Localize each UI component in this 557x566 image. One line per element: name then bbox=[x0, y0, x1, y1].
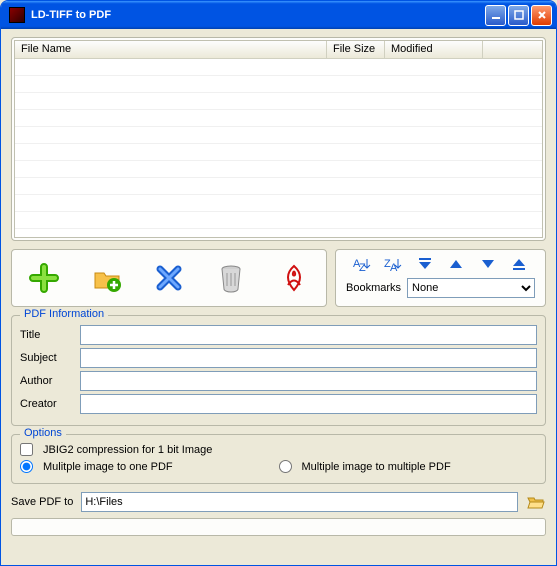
minimize-button[interactable] bbox=[485, 5, 506, 26]
sort-panel: AZ ZA Bookmarks None bbox=[335, 249, 546, 307]
pdf-info-legend: PDF Information bbox=[20, 308, 108, 320]
author-input[interactable] bbox=[80, 371, 537, 391]
sort-desc-button[interactable]: ZA bbox=[383, 256, 403, 272]
col-spacer bbox=[483, 41, 542, 58]
move-top-button[interactable] bbox=[415, 256, 435, 272]
app-icon bbox=[9, 7, 25, 23]
file-list-panel: File Name File Size Modified bbox=[11, 37, 546, 241]
pdf-icon bbox=[280, 263, 308, 293]
col-filename[interactable]: File Name bbox=[15, 41, 327, 58]
multi-multi-label: Multiple image to multiple PDF bbox=[302, 461, 451, 473]
col-modified[interactable]: Modified bbox=[385, 41, 483, 58]
progress-bar bbox=[11, 518, 546, 536]
add-file-button[interactable] bbox=[28, 262, 60, 294]
move-down-button[interactable] bbox=[478, 256, 498, 272]
bookmarks-label: Bookmarks bbox=[346, 282, 401, 294]
pdf-info-group: PDF Information Title Subject Author Cre… bbox=[11, 315, 546, 426]
window-title: LD-TIFF to PDF bbox=[29, 9, 483, 21]
creator-label: Creator bbox=[20, 398, 74, 410]
listview-body[interactable] bbox=[15, 59, 542, 237]
file-listview[interactable]: File Name File Size Modified bbox=[14, 40, 543, 238]
save-path-input[interactable] bbox=[81, 492, 518, 512]
move-up-button[interactable] bbox=[446, 256, 466, 272]
multi-one-label: Mulitple image to one PDF bbox=[43, 461, 173, 473]
options-group: Options JBIG2 compression for 1 bit Imag… bbox=[11, 434, 546, 484]
titlebar: LD-TIFF to PDF bbox=[1, 1, 556, 29]
folder-plus-icon bbox=[92, 263, 122, 293]
title-input[interactable] bbox=[80, 325, 537, 345]
trash-icon bbox=[218, 263, 244, 293]
sort-asc-button[interactable]: AZ bbox=[352, 256, 372, 272]
convert-button[interactable] bbox=[278, 262, 310, 294]
jbig2-label: JBIG2 compression for 1 bit Image bbox=[43, 444, 212, 456]
multi-one-radio[interactable] bbox=[20, 460, 33, 473]
browse-button[interactable] bbox=[526, 493, 546, 511]
subject-label: Subject bbox=[20, 352, 74, 364]
folder-open-icon bbox=[527, 495, 545, 509]
plus-icon bbox=[29, 263, 59, 293]
listview-header: File Name File Size Modified bbox=[15, 41, 542, 59]
options-legend: Options bbox=[20, 427, 66, 439]
subject-input[interactable] bbox=[80, 348, 537, 368]
author-label: Author bbox=[20, 375, 74, 387]
action-toolbar bbox=[11, 249, 327, 307]
col-filesize[interactable]: File Size bbox=[327, 41, 385, 58]
maximize-button[interactable] bbox=[508, 5, 529, 26]
clear-button[interactable] bbox=[215, 262, 247, 294]
title-label: Title bbox=[20, 329, 74, 341]
x-icon bbox=[155, 264, 183, 292]
jbig2-checkbox[interactable] bbox=[20, 443, 33, 456]
remove-button[interactable] bbox=[153, 262, 185, 294]
save-label: Save PDF to bbox=[11, 496, 73, 508]
app-window: LD-TIFF to PDF File Name File Size Modif… bbox=[0, 0, 557, 566]
bookmarks-select[interactable]: None bbox=[407, 278, 535, 298]
add-folder-button[interactable] bbox=[91, 262, 123, 294]
close-button[interactable] bbox=[531, 5, 552, 26]
multi-multi-radio[interactable] bbox=[279, 460, 292, 473]
move-bottom-button[interactable] bbox=[509, 256, 529, 272]
creator-input[interactable] bbox=[80, 394, 537, 414]
